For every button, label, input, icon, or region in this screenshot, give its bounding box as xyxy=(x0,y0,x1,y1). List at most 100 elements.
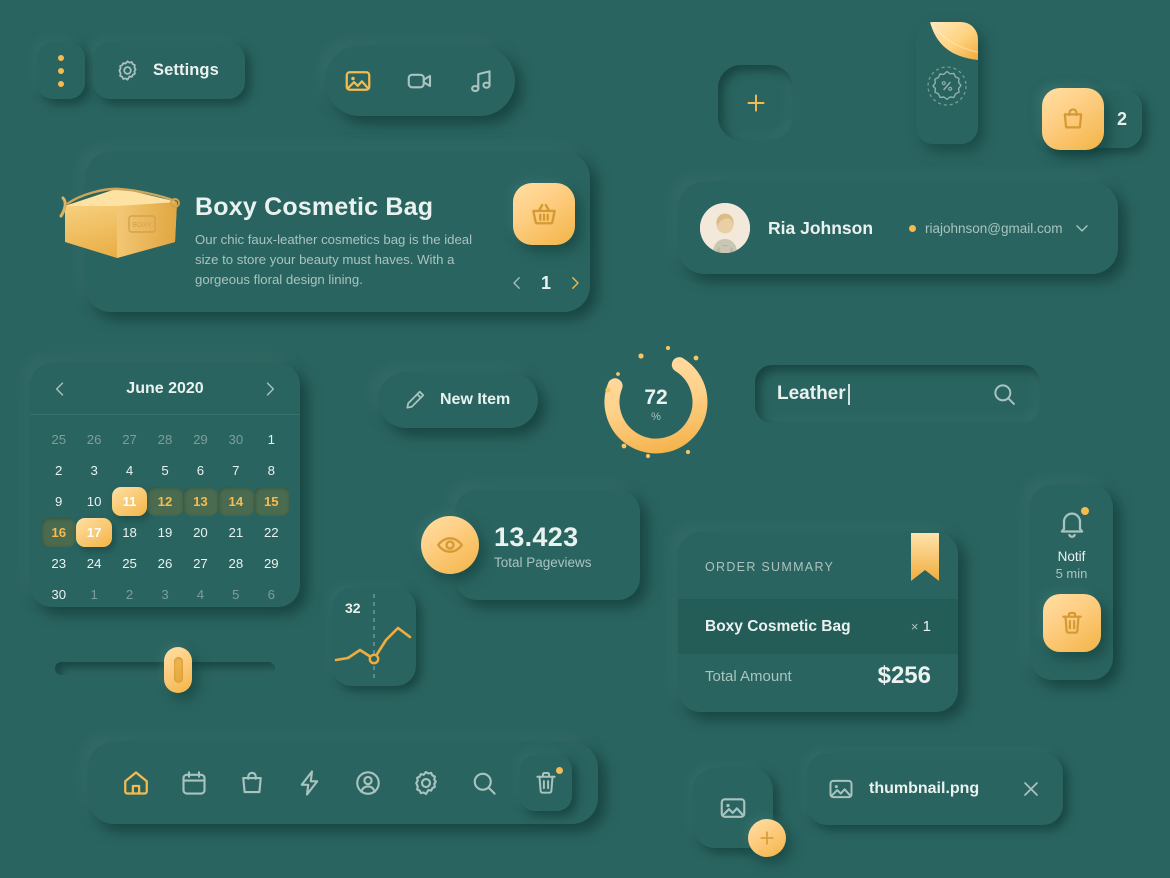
calendar-day[interactable]: 27 xyxy=(183,549,218,578)
add-to-basket-button[interactable] xyxy=(513,183,575,245)
calendar-day[interactable]: 29 xyxy=(254,549,289,578)
nav-item-home[interactable] xyxy=(114,761,158,805)
bell-icon[interactable] xyxy=(1056,507,1089,539)
media-type-toggle[interactable] xyxy=(325,46,515,116)
calendar-day[interactable]: 4 xyxy=(183,580,218,607)
calendar-day[interactable]: 1 xyxy=(254,425,289,454)
calendar-prev-button[interactable] xyxy=(50,379,70,399)
cart-widget[interactable]: 2 xyxy=(1042,88,1142,150)
calendar-day[interactable]: 13 xyxy=(182,487,219,516)
file-name: thumbnail.png xyxy=(869,780,980,797)
cart-button[interactable] xyxy=(1042,88,1104,150)
coupon-card[interactable] xyxy=(916,22,978,144)
image-icon[interactable] xyxy=(338,61,378,101)
delete-notification-button[interactable] xyxy=(1042,594,1101,652)
calendar-next-button[interactable] xyxy=(260,379,280,399)
add-button[interactable] xyxy=(718,65,793,140)
order-total-row: Total Amount $256 xyxy=(678,662,958,690)
nav-item-profile[interactable] xyxy=(346,761,390,805)
chevron-left-icon[interactable] xyxy=(508,274,526,292)
music-note-icon[interactable] xyxy=(462,61,502,101)
calendar-day[interactable]: 27 xyxy=(112,425,147,454)
calendar-day[interactable]: 30 xyxy=(41,580,76,607)
calendar-grid[interactable]: 25 26 27 28 29 30 1 2 3 4 5 6 7 8 9 10 11 12 13 14 15 16 17 18 1… xyxy=(30,415,300,607)
search-input[interactable]: Leather xyxy=(755,365,1040,423)
calendar-day[interactable]: 14 xyxy=(218,487,254,516)
calendar-day[interactable]: 24 xyxy=(76,549,111,578)
bottom-navigation[interactable] xyxy=(88,742,598,824)
calendar-day[interactable]: 18 xyxy=(112,518,147,547)
nav-item-settings[interactable] xyxy=(404,761,448,805)
calendar-day[interactable]: 6 xyxy=(254,580,289,607)
calendar-day[interactable]: 7 xyxy=(218,456,253,485)
three-dots-vertical-icon xyxy=(58,80,64,87)
calendar-day[interactable]: 10 xyxy=(76,487,111,516)
svg-text:BOXY: BOXY xyxy=(132,222,152,229)
calendar-day[interactable]: 19 xyxy=(147,518,182,547)
calendar-day[interactable]: 2 xyxy=(112,580,147,607)
nav-item-calendar[interactable] xyxy=(172,761,216,805)
order-summary-heading: ORDER SUMMARY xyxy=(705,560,835,574)
file-chip[interactable]: thumbnail.png xyxy=(807,753,1063,825)
more-options-button[interactable] xyxy=(37,42,85,99)
nav-item-search[interactable] xyxy=(462,761,506,805)
calendar-day[interactable]: 30 xyxy=(218,425,253,454)
new-item-button[interactable]: New Item xyxy=(378,372,538,428)
user-profile-card[interactable]: Ria Johnson riajohnson@gmail.com xyxy=(678,182,1118,274)
calendar-day[interactable]: 4 xyxy=(112,456,147,485)
calendar-day[interactable]: 2 xyxy=(41,456,76,485)
calendar-day[interactable]: 26 xyxy=(76,425,111,454)
calendar-day[interactable]: 1 xyxy=(76,580,111,607)
slider-thumb[interactable] xyxy=(164,647,193,693)
calendar-day[interactable]: 3 xyxy=(147,580,182,607)
pageviews-value: 13.423 xyxy=(494,522,579,552)
notification-dot-badge xyxy=(1080,507,1089,515)
calendar-day[interactable]: 15 xyxy=(253,487,289,516)
chevron-right-icon[interactable] xyxy=(566,274,584,292)
calendar-day[interactable]: 5 xyxy=(147,456,182,485)
nav-item-activity[interactable] xyxy=(288,761,332,805)
image-icon xyxy=(718,793,748,823)
calendar-day[interactable]: 25 xyxy=(112,549,147,578)
calendar-day[interactable]: 17 xyxy=(76,518,112,547)
status-dot-icon xyxy=(909,224,917,232)
calendar-day[interactable]: 28 xyxy=(218,549,253,578)
new-item-label: New Item xyxy=(440,391,511,408)
settings-button[interactable]: Settings xyxy=(93,42,245,99)
product-pagination[interactable]: 1 xyxy=(508,270,584,296)
nav-item-shop[interactable] xyxy=(230,761,274,805)
calendar-day[interactable]: 3 xyxy=(76,456,111,485)
page-number: 1 xyxy=(540,272,551,293)
calendar-day[interactable]: 8 xyxy=(254,456,289,485)
cosmetic-bag-image: BOXY xyxy=(57,176,183,260)
calendar-day[interactable]: 25 xyxy=(41,425,76,454)
calendar-day[interactable]: 5 xyxy=(218,580,253,607)
user-email-group[interactable]: riajohnson@gmail.com xyxy=(909,218,1092,238)
calendar-day[interactable]: 6 xyxy=(183,456,218,485)
trash-dot-badge xyxy=(556,767,563,774)
close-icon[interactable] xyxy=(1019,777,1043,801)
progress-ring: 72 % xyxy=(596,342,716,462)
three-dots-vertical-icon xyxy=(58,67,64,74)
plus-icon xyxy=(743,90,769,116)
calendar-day[interactable]: 23 xyxy=(41,549,76,578)
calendar-day[interactable]: 21 xyxy=(218,518,253,547)
pageviews-icon-button[interactable] xyxy=(421,516,479,574)
calendar-day[interactable]: 26 xyxy=(147,549,182,578)
app-canvas: Settings 2 BOXY Boxy Cosmetic Bag Our ch… xyxy=(0,0,1170,878)
calendar-day[interactable]: 28 xyxy=(147,425,182,454)
video-camera-icon[interactable] xyxy=(400,61,440,101)
search-icon[interactable] xyxy=(990,380,1018,408)
nav-item-trash[interactable] xyxy=(520,755,572,811)
calendar-day[interactable]: 29 xyxy=(183,425,218,454)
bookmark-icon[interactable] xyxy=(911,533,939,581)
calendar-day[interactable]: 22 xyxy=(254,518,289,547)
calendar-day[interactable]: 20 xyxy=(183,518,218,547)
calendar-day[interactable]: 12 xyxy=(147,487,183,516)
calendar-day[interactable]: 16 xyxy=(41,518,77,547)
calendar-widget[interactable]: June 2020 25 26 27 28 29 30 1 2 3 4 5 6 7 8 9 10 11 12 13 1… xyxy=(30,363,300,607)
chevron-down-icon[interactable] xyxy=(1072,218,1092,238)
calendar-day[interactable]: 9 xyxy=(41,487,76,516)
calendar-day[interactable]: 11 xyxy=(111,487,148,516)
upload-add-button[interactable] xyxy=(748,819,786,857)
